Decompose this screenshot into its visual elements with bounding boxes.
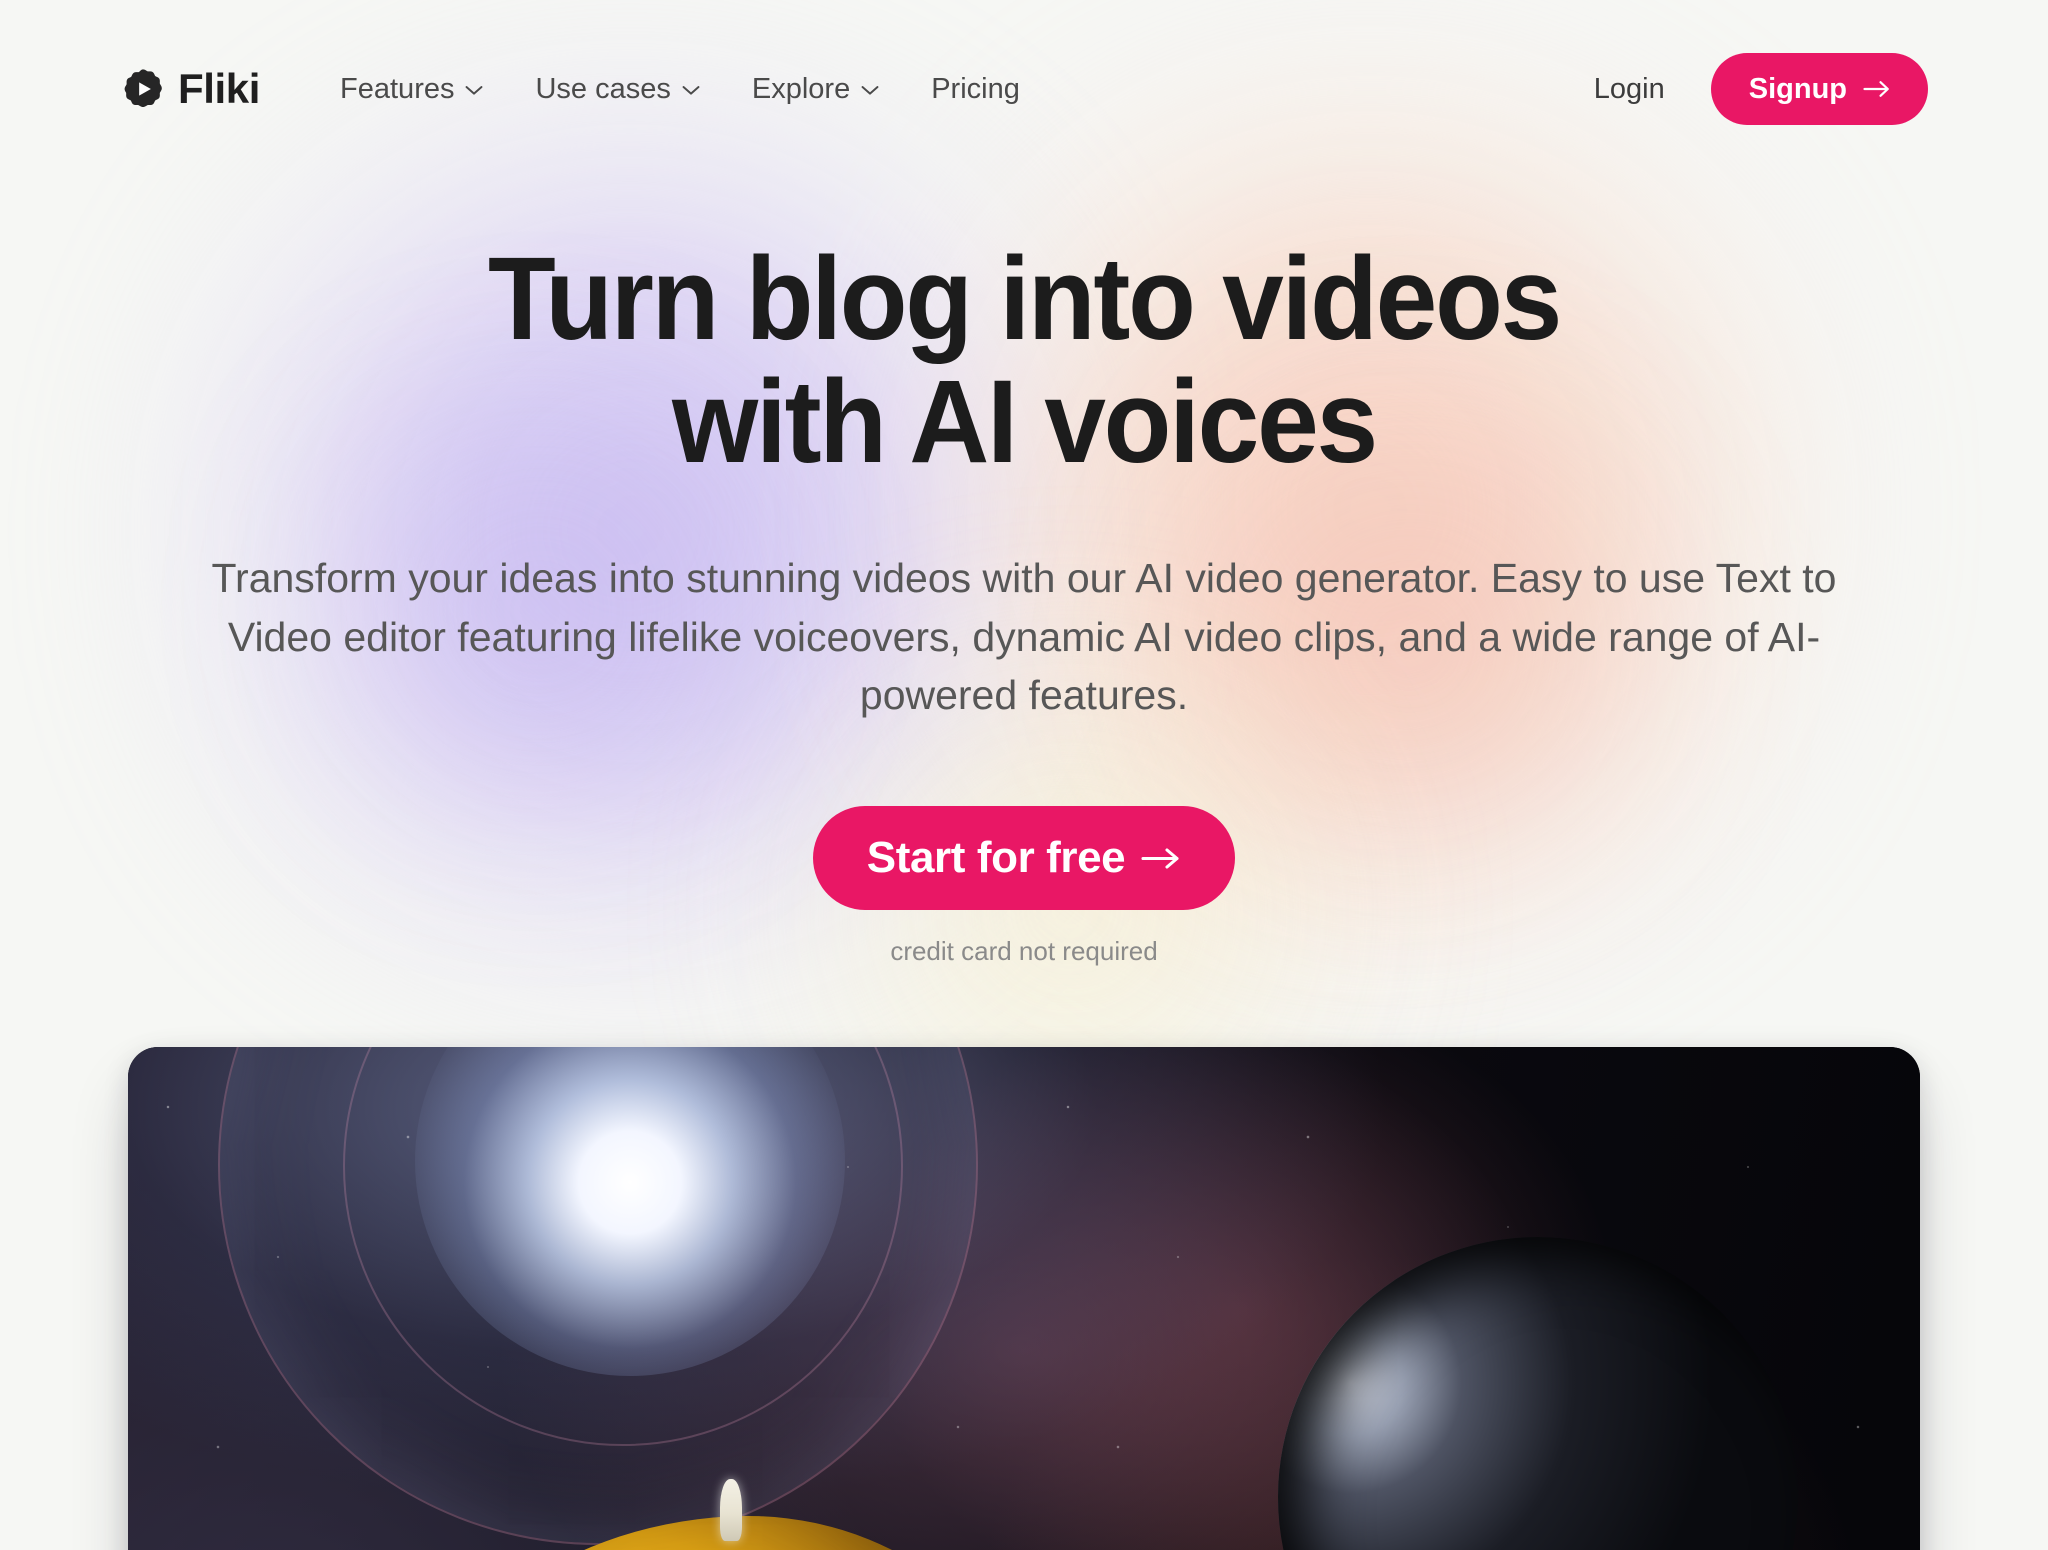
start-for-free-button[interactable]: Start for free [812,806,1236,911]
nav-item-pricing-label: Pricing [931,72,1020,105]
header-actions: Login Signup [1594,53,1928,125]
arrow-right-icon [1141,845,1181,872]
standing-figure [720,1479,742,1542]
cta-note: credit card not required [890,936,1158,967]
chevron-down-icon [861,85,879,96]
hero-title-line-1: Turn blog into videos [487,233,1562,365]
primary-navigation: Features Use cases Explore Pricing [340,72,1020,105]
hero-cta-group: Start for free credit card not required [0,806,2048,967]
showcase-section [0,1047,2048,1550]
nav-item-features[interactable]: Features [340,72,483,105]
hero-subtitle: Transform your ideas into stunning video… [211,555,1837,718]
nav-item-features-label: Features [340,72,455,105]
brand-logo-link[interactable]: Fliki [122,68,260,110]
fliki-play-gear-logo-icon [122,68,164,110]
nav-item-explore-label: Explore [751,72,851,105]
arrow-right-icon [1863,80,1890,98]
nav-item-use-cases[interactable]: Use cases [535,72,700,105]
chevron-down-icon [682,85,700,96]
nav-item-pricing[interactable]: Pricing [931,72,1020,105]
signup-button[interactable]: Signup [1710,53,1928,125]
hero-title-line-2: with AI voices [672,355,1378,488]
login-link[interactable]: Login [1594,74,1665,104]
start-for-free-label: Start for free [866,833,1126,883]
showcase-video-preview[interactable] [128,1047,1920,1550]
page-title: Turn blog into videos with AI voices [61,238,1986,483]
signup-button-label: Signup [1748,72,1847,105]
nav-item-use-cases-label: Use cases [535,72,671,105]
site-header: Fliki Features Use cases Explore Pricing… [0,0,2048,178]
chevron-down-icon [465,85,483,96]
brand-name: Fliki [178,65,261,112]
hero-section: Turn blog into videos with AI voices Tra… [0,178,2048,967]
nav-item-explore[interactable]: Explore [751,72,879,105]
